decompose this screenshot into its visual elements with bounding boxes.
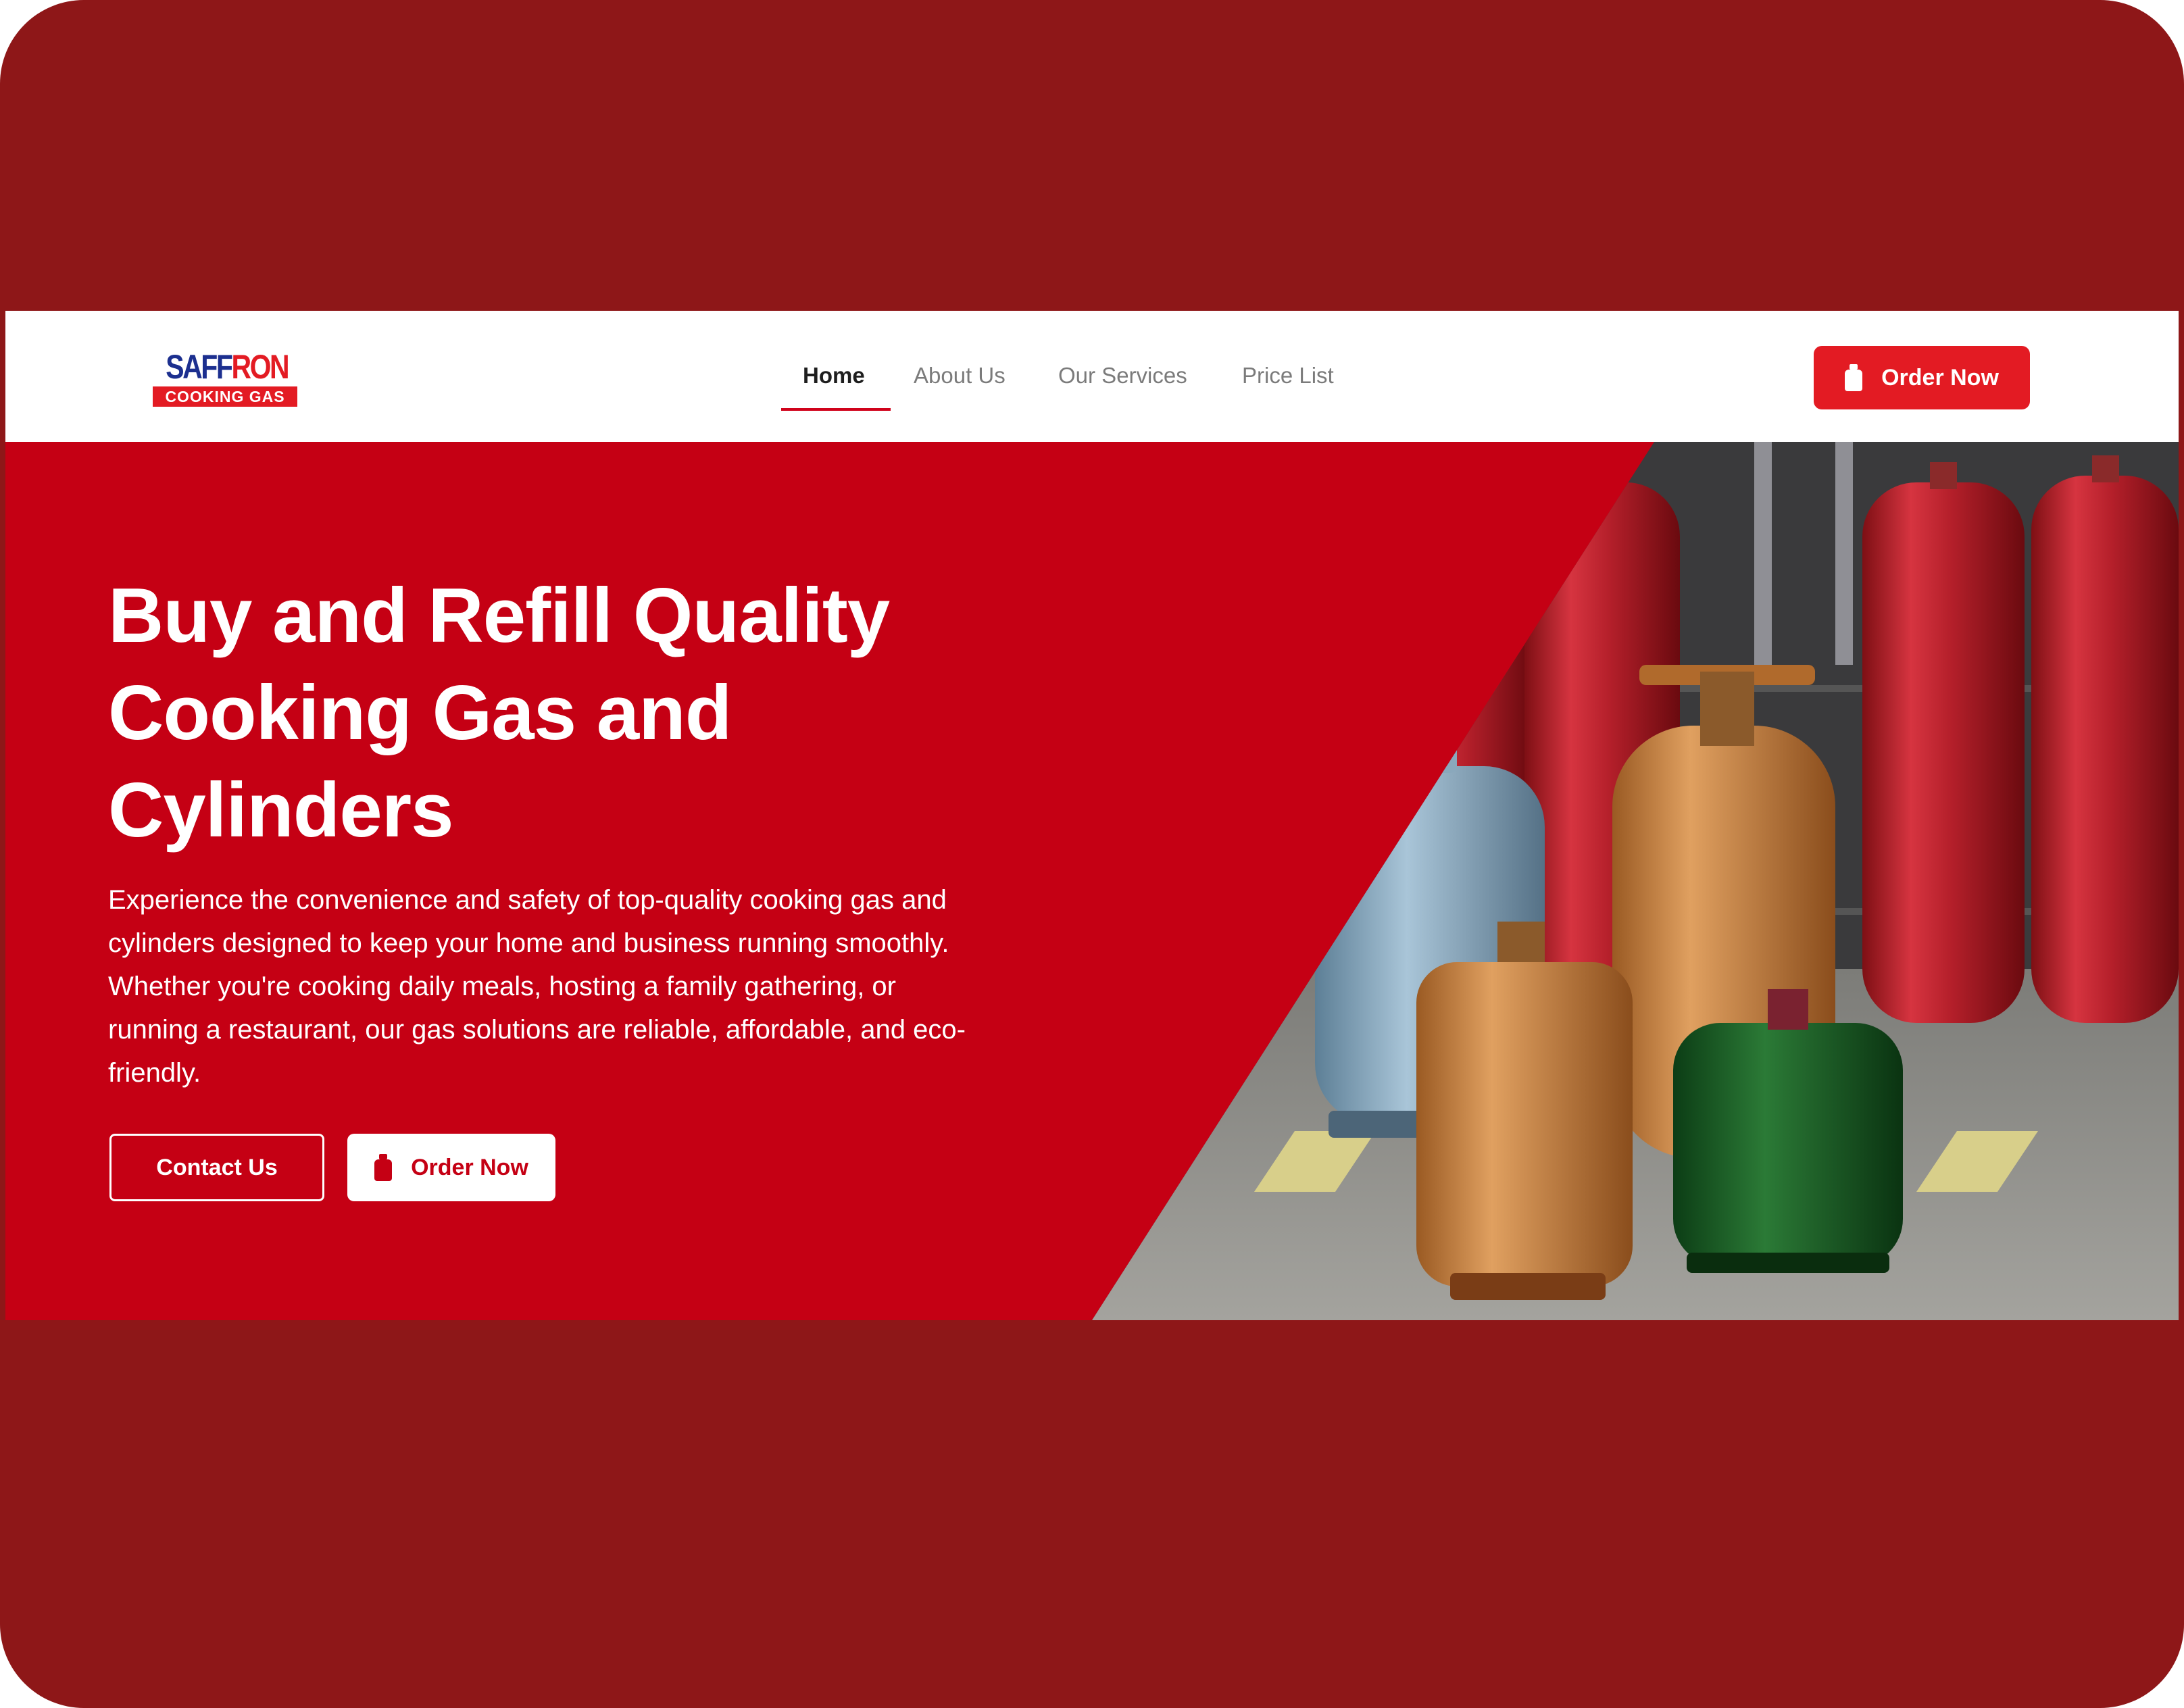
- gas-cylinder-icon: [374, 1154, 393, 1181]
- navbar: SAFFRON COOKING GAS Home About Us Our Se…: [5, 311, 2179, 442]
- nav-order-now-label: Order Now: [1881, 364, 1999, 391]
- nav-active-indicator: [781, 408, 891, 411]
- hero-order-now-label: Order Now: [411, 1154, 528, 1180]
- contact-us-label: Contact Us: [156, 1154, 278, 1180]
- gas-cylinder-icon: [1845, 364, 1863, 391]
- nav-item-our-services[interactable]: Our Services: [1058, 359, 1187, 392]
- saffron-logo[interactable]: SAFFRON COOKING GAS: [153, 349, 297, 408]
- hero-headline-line-3: Cylinders: [108, 768, 454, 853]
- hero-headline-line-1: Buy and Refill Quality: [108, 573, 890, 659]
- website-screen: SAFFRON COOKING GAS Home About Us Our Se…: [5, 311, 2179, 1320]
- nav-order-now-button[interactable]: Order Now: [1814, 346, 2030, 409]
- nav-item-about-us[interactable]: About Us: [914, 359, 1006, 392]
- nav-item-home[interactable]: Home: [803, 359, 865, 392]
- hero-description: Experience the convenience and safety of…: [108, 885, 966, 1088]
- contact-us-button[interactable]: Contact Us: [109, 1134, 324, 1201]
- logo-wordmark: SAFFRON: [166, 348, 289, 386]
- nav-item-price-list[interactable]: Price List: [1242, 359, 1334, 392]
- presentation-frame: SAFFRON COOKING GAS Home About Us Our Se…: [0, 0, 2184, 1708]
- logo-tagline: COOKING GAS: [153, 386, 297, 407]
- hero-headline: Buy and Refill Quality Cooking Gas and C…: [108, 568, 987, 859]
- hero-section: Buy and Refill Quality Cooking Gas and C…: [5, 442, 2179, 1320]
- hero-order-now-button[interactable]: Order Now: [347, 1134, 555, 1201]
- gas-cylinders-image: [1092, 442, 2179, 1320]
- hero-headline-line-2: Cooking Gas and: [108, 670, 732, 756]
